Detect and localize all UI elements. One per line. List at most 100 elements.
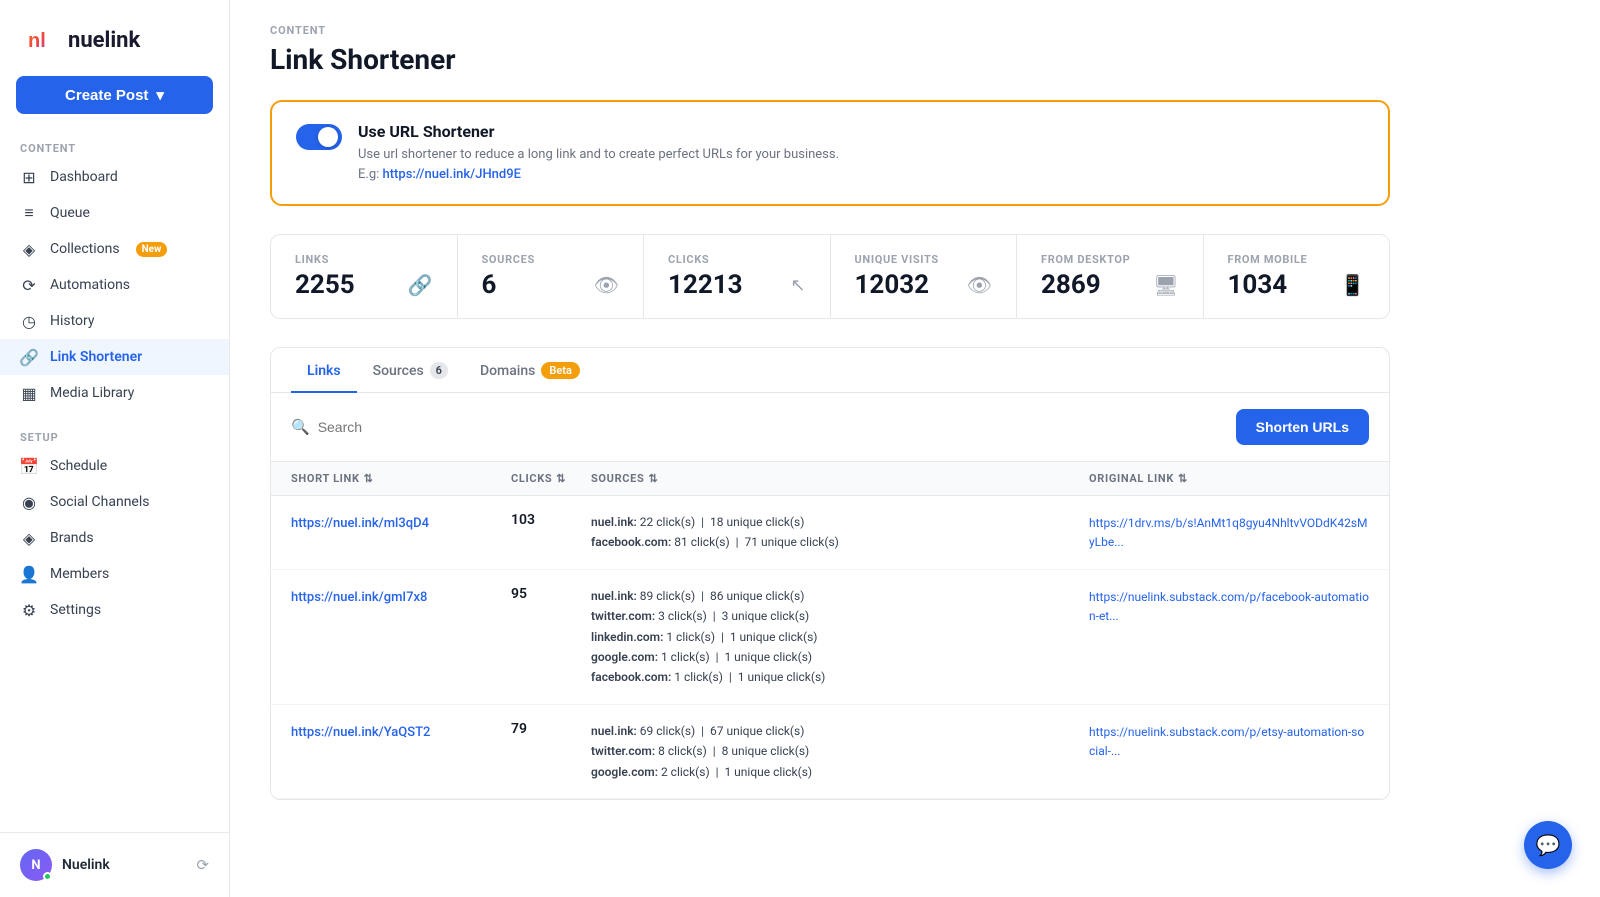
mobile-stat-icon: 📱 — [1340, 273, 1365, 297]
sidebar-item-label-brands: Brands — [50, 530, 94, 546]
stat-unique-label: UNIQUE VISITS — [855, 253, 993, 266]
sidebar-item-settings[interactable]: ⚙ Settings — [0, 592, 229, 628]
sidebar-item-members[interactable]: 👤 Members — [0, 556, 229, 592]
sidebar-item-label-automations: Automations — [50, 277, 130, 293]
short-link-cell-1: https://nuel.ink/gmI7x8 — [291, 586, 511, 605]
clicks-cell-1: 95 — [511, 586, 591, 602]
sidebar-item-label-history: History — [50, 313, 95, 329]
sidebar-item-link-shortener[interactable]: 🔗 Link Shortener — [0, 339, 229, 375]
page-title: Link Shortener — [270, 43, 1390, 76]
tab-domains[interactable]: Domains Beta — [464, 348, 596, 393]
sidebar-item-queue[interactable]: ≡ Queue — [0, 195, 229, 231]
automations-icon: ⟳ — [20, 276, 38, 294]
toggle-thumb — [318, 127, 338, 147]
setup-section-label: SETUP — [0, 423, 229, 448]
sort-icon-sources[interactable]: ⇅ — [648, 472, 658, 485]
create-post-button[interactable]: Create Post ▾ — [16, 76, 213, 114]
sidebar-item-label-dashboard: Dashboard — [50, 169, 118, 185]
short-link-2[interactable]: https://nuel.ink/YaQST2 — [291, 725, 430, 740]
short-link-0[interactable]: https://nuel.ink/ml3qD4 — [291, 516, 429, 531]
original-link-1[interactable]: https://nuelink.substack.com/p/facebook-… — [1089, 590, 1369, 623]
short-link-1[interactable]: https://nuel.ink/gmI7x8 — [291, 590, 427, 605]
sidebar-item-label-media-library: Media Library — [50, 385, 134, 401]
stat-clicks: CLICKS 12213 ↖ — [644, 235, 831, 318]
sidebar-item-media-library[interactable]: ▦ Media Library — [0, 375, 229, 411]
sidebar-content-section: CONTENT ⊞ Dashboard ≡ Queue ◈ Collection… — [0, 134, 229, 411]
sidebar-item-automations[interactable]: ⟳ Automations — [0, 267, 229, 303]
original-link-0[interactable]: https://1drv.ms/b/s!AnMt1q8gyu4NhltvVODd… — [1089, 516, 1367, 549]
avatar: N — [20, 849, 52, 881]
sidebar-item-collections[interactable]: ◈ Collections New — [0, 231, 229, 267]
settings-icon: ⚙ — [20, 601, 38, 619]
sort-icon-short-link[interactable]: ⇅ — [364, 472, 374, 485]
search-shorten-row: 🔍 Shorten URLs — [271, 393, 1389, 462]
sort-icon-clicks[interactable]: ⇅ — [556, 472, 566, 485]
user-info: N Nuelink — [20, 849, 110, 881]
url-shortener-example-link[interactable]: https://nuel.ink/JHnd9E — [383, 167, 521, 182]
sidebar-item-label-social-channels: Social Channels — [50, 494, 149, 510]
stat-unique-value: 12032 — [855, 270, 930, 300]
clicks-cell-0: 103 — [511, 512, 591, 528]
col-clicks: CLICKS ⇅ — [511, 472, 591, 485]
tab-links[interactable]: Links — [291, 348, 357, 393]
sidebar-item-label-link-shortener: Link Shortener — [50, 349, 142, 365]
short-link-cell-0: https://nuel.ink/ml3qD4 — [291, 512, 511, 531]
sidebar-item-brands[interactable]: ◈ Brands — [0, 520, 229, 556]
media-library-icon: ▦ — [20, 384, 38, 402]
original-link-2[interactable]: https://nuelink.substack.com/p/etsy-auto… — [1089, 725, 1364, 758]
logo-text: nuelink — [68, 28, 140, 53]
brands-icon: ◈ — [20, 529, 38, 547]
source-line-1-4: facebook.com: 1 click(s) | 1 unique clic… — [591, 667, 1089, 687]
sources-cell-0: nuel.ink: 22 click(s) | 18 unique click(… — [591, 512, 1089, 553]
url-shortener-title: Use URL Shortener — [358, 122, 839, 141]
refresh-icon[interactable]: ⟳ — [196, 856, 209, 874]
sort-icon-original-link[interactable]: ⇅ — [1178, 472, 1188, 485]
sidebar-setup-section: SETUP 📅 Schedule ◉ Social Channels ◈ Bra… — [0, 423, 229, 628]
table-row: https://nuel.ink/YaQST2 79 nuel.ink: 69 … — [271, 705, 1389, 799]
tabs-header: Links Sources 6 Domains Beta — [271, 348, 1389, 393]
url-shortener-toggle[interactable] — [296, 124, 342, 150]
schedule-icon: 📅 — [20, 457, 38, 475]
chat-fab-button[interactable]: 💬 — [1524, 821, 1572, 869]
nuelink-logo-icon: nl — [20, 20, 60, 60]
search-input[interactable] — [318, 419, 618, 435]
sidebar-item-label-queue: Queue — [50, 205, 90, 221]
source-line-0-1: facebook.com: 81 click(s) | 71 unique cl… — [591, 532, 1089, 552]
url-shortener-card: Use URL Shortener Use url shortener to r… — [270, 100, 1390, 206]
svg-text:nl: nl — [28, 30, 46, 52]
stat-mobile-label: FROM MOBILE — [1228, 253, 1366, 266]
domains-beta-badge: Beta — [541, 362, 580, 379]
original-link-cell-1: https://nuelink.substack.com/p/facebook-… — [1089, 586, 1369, 624]
social-channels-icon: ◉ — [20, 493, 38, 511]
sidebar-item-label-collections: Collections — [50, 241, 120, 257]
sidebar-item-dashboard[interactable]: ⊞ Dashboard — [0, 159, 229, 195]
sidebar-bottom: N Nuelink ⟳ — [0, 832, 229, 897]
col-sources: SOURCES ⇅ — [591, 472, 1089, 485]
col-short-link: SHORT LINK ⇅ — [291, 472, 511, 485]
source-line-1-3: google.com: 1 click(s) | 1 unique click(… — [591, 647, 1089, 667]
sidebar-item-schedule[interactable]: 📅 Schedule — [0, 448, 229, 484]
source-line-1-2: linkedin.com: 1 click(s) | 1 unique clic… — [591, 627, 1089, 647]
shorten-urls-button[interactable]: Shorten URLs — [1236, 409, 1369, 445]
search-icon: 🔍 — [291, 418, 310, 436]
chevron-down-icon: ▾ — [156, 86, 164, 104]
search-box: 🔍 — [291, 418, 1236, 436]
desktop-stat-icon: 🖥 — [1153, 273, 1178, 297]
unique-stat-icon: 👁 — [967, 273, 992, 297]
source-line-2-1: twitter.com: 8 click(s) | 8 unique click… — [591, 741, 1089, 761]
avatar-initials: N — [31, 858, 40, 873]
collections-new-badge: New — [136, 242, 168, 257]
dashboard-icon: ⊞ — [20, 168, 38, 186]
original-link-cell-2: https://nuelink.substack.com/p/etsy-auto… — [1089, 721, 1369, 759]
sidebar-item-social-channels[interactable]: ◉ Social Channels — [0, 484, 229, 520]
stat-desktop-label: FROM DESKTOP — [1041, 253, 1179, 266]
source-line-1-0: nuel.ink: 89 click(s) | 86 unique click(… — [591, 586, 1089, 606]
user-name: Nuelink — [62, 857, 110, 873]
sidebar-item-history[interactable]: ◷ History — [0, 303, 229, 339]
stat-desktop-value: 2869 — [1041, 270, 1101, 300]
stat-sources: SOURCES 6 👁 — [458, 235, 645, 318]
content-section-label: CONTENT — [0, 134, 229, 159]
stats-row: LINKS 2255 🔗 SOURCES 6 👁 CLICKS 12213 ↖ — [270, 234, 1390, 319]
sidebar: nl nuelink Create Post ▾ CONTENT ⊞ Dashb… — [0, 0, 230, 897]
tab-sources[interactable]: Sources 6 — [357, 348, 464, 393]
